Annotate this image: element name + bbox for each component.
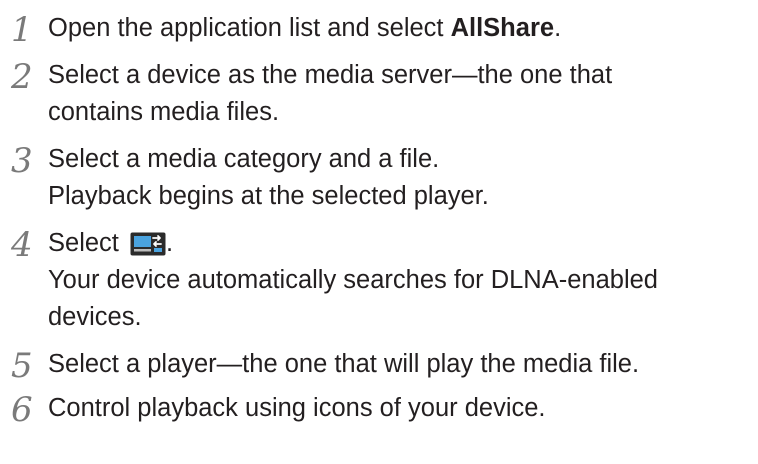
step-4: 4 Select . Your device automatically sea… bbox=[0, 225, 758, 336]
step-5: 5 Select a player—the one that will play… bbox=[0, 346, 758, 386]
step-text-prefix: Open the application list and select bbox=[48, 14, 451, 42]
step-text: Select a media category and a file. bbox=[48, 145, 440, 173]
step-3: 3 Select a media category and a file. Pl… bbox=[0, 141, 758, 215]
step-text: Open the application list and select All… bbox=[48, 10, 758, 47]
step-number: 1 bbox=[11, 10, 33, 50]
step-number: 3 bbox=[11, 141, 33, 181]
screen-transfer-icon bbox=[130, 232, 166, 256]
instruction-steps: 1 Open the application list and select A… bbox=[0, 6, 758, 430]
step-text: Select a device as the media server—the … bbox=[48, 61, 613, 89]
step-text-suffix: . bbox=[554, 14, 562, 42]
step-number: 6 bbox=[11, 390, 33, 430]
step-text: devices. bbox=[48, 303, 142, 331]
step-2: 2 Select a device as the media server—th… bbox=[0, 57, 758, 131]
step-number: 5 bbox=[11, 346, 33, 386]
step-text-suffix: . bbox=[165, 229, 174, 257]
step-6: 6 Control playback using icons of your d… bbox=[0, 390, 758, 430]
screen-transfer-icon-graphic bbox=[130, 232, 166, 256]
step-text: Your device automatically searches for D… bbox=[48, 266, 658, 294]
step-text: Playback begins at the selected player. bbox=[48, 182, 489, 210]
step-text: Control playback using icons of your dev… bbox=[48, 394, 546, 422]
step-number: 4 bbox=[11, 225, 33, 265]
step-text-prefix: Select bbox=[48, 229, 126, 257]
step-text: contains media files. bbox=[48, 98, 280, 126]
step-1: 1 Open the application list and select A… bbox=[0, 10, 758, 50]
step-text: Select a player—the one that will play t… bbox=[48, 350, 640, 378]
step-text: Select . bbox=[48, 225, 758, 262]
step-number: 2 bbox=[11, 57, 33, 97]
app-name-allshare: AllShare bbox=[450, 14, 555, 42]
